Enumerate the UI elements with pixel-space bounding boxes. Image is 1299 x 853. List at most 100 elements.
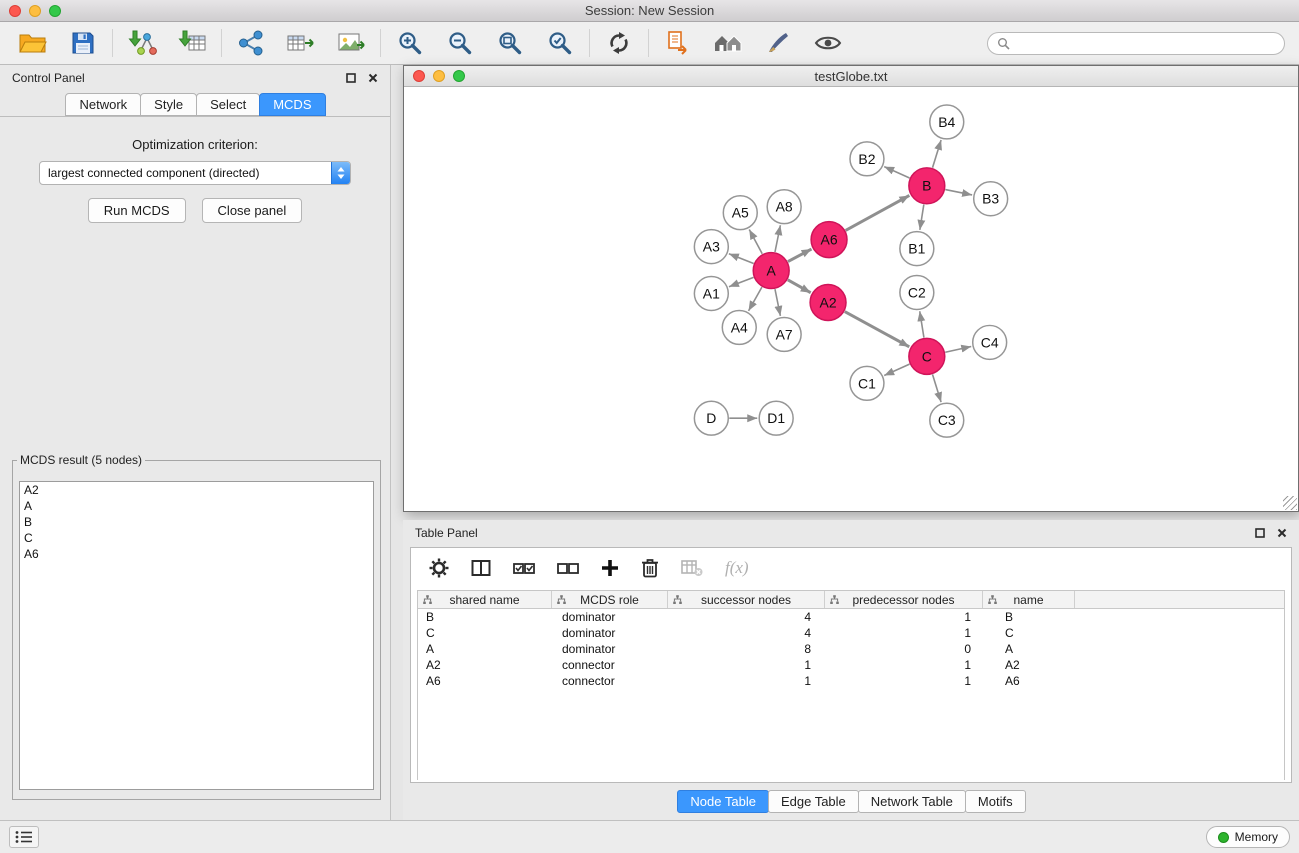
node-B4[interactable]: B4 — [930, 105, 964, 139]
show-hide-button[interactable] — [809, 26, 847, 60]
export-image-button[interactable] — [332, 26, 370, 60]
import-table-button[interactable] — [173, 26, 211, 60]
edge-B-B2[interactable] — [884, 167, 909, 178]
table-tab-network-table[interactable]: Network Table — [858, 790, 966, 813]
home-button[interactable] — [709, 26, 747, 60]
delete-column-button[interactable] — [641, 558, 659, 578]
select-all-button[interactable] — [513, 560, 535, 576]
run-mcds-button[interactable]: Run MCDS — [88, 198, 186, 223]
result-item[interactable]: B — [20, 514, 373, 530]
node-B1[interactable]: B1 — [900, 232, 934, 266]
edge-A2-C[interactable] — [845, 312, 910, 347]
close-window-button[interactable] — [9, 5, 21, 17]
edge-B-B3[interactable] — [945, 190, 972, 195]
export-table-button[interactable] — [282, 26, 320, 60]
network-minimize-button[interactable] — [433, 70, 445, 82]
window-resize-grip[interactable] — [1283, 496, 1297, 510]
table-settings-button[interactable] — [429, 558, 449, 578]
edge-A-A7[interactable] — [775, 289, 780, 316]
edge-C-C4[interactable] — [945, 346, 971, 352]
zoom-fit-button[interactable] — [491, 26, 529, 60]
network-window-titlebar[interactable]: testGlobe.txt — [404, 66, 1298, 87]
edge-B-B4[interactable] — [933, 140, 942, 168]
mcds-result-list[interactable]: A2ABCA6 — [19, 481, 374, 790]
duplicate-network-button[interactable] — [659, 26, 697, 60]
node-A1[interactable]: A1 — [694, 277, 728, 311]
node-C2[interactable]: C2 — [900, 276, 934, 310]
node-C[interactable]: C — [909, 338, 945, 374]
criterion-select[interactable]: largest connected component (directed) — [39, 161, 351, 185]
edge-C-C2[interactable] — [920, 311, 924, 337]
node-A3[interactable]: A3 — [694, 230, 728, 264]
search-input[interactable] — [1015, 35, 1275, 51]
delete-table-button[interactable] — [681, 559, 703, 577]
table-tab-edge-table[interactable]: Edge Table — [768, 790, 859, 813]
column-header-name[interactable]: name — [983, 591, 1075, 608]
save-session-button[interactable] — [64, 26, 102, 60]
result-item[interactable]: A6 — [20, 546, 373, 562]
node-A2[interactable]: A2 — [810, 285, 846, 321]
node-A7[interactable]: A7 — [767, 317, 801, 351]
new-network-button[interactable] — [232, 26, 270, 60]
edge-A-A1[interactable] — [729, 277, 754, 286]
edge-A-A6[interactable] — [788, 249, 812, 262]
close-mcds-panel-button[interactable]: Close panel — [202, 198, 303, 223]
column-header-MCDS-role[interactable]: MCDS role — [552, 591, 668, 608]
node-B3[interactable]: B3 — [974, 182, 1008, 216]
node-A4[interactable]: A4 — [722, 310, 756, 344]
close-table-panel-button[interactable] — [1277, 528, 1287, 538]
node-A5[interactable]: A5 — [723, 196, 757, 230]
column-header-shared-name[interactable]: shared name — [418, 591, 552, 608]
criterion-select-stepper[interactable] — [331, 162, 350, 184]
function-builder-button[interactable]: f(x) — [725, 558, 749, 578]
node-D1[interactable]: D1 — [759, 401, 793, 435]
table-row[interactable]: Bdominator41B — [418, 609, 1284, 625]
network-canvas[interactable]: B4B2BB3A5A8A6B1A3AA1C2A4A7A2C4CC1C3DD1 — [404, 88, 1298, 511]
edge-B-B1[interactable] — [920, 205, 924, 230]
table-row[interactable]: Adominator80A — [418, 641, 1284, 657]
minimize-window-button[interactable] — [29, 5, 41, 17]
zoom-in-button[interactable] — [391, 26, 429, 60]
show-columns-button[interactable] — [471, 559, 491, 577]
node-C3[interactable]: C3 — [930, 403, 964, 437]
node-B[interactable]: B — [909, 168, 945, 204]
result-item[interactable]: C — [20, 530, 373, 546]
node-A8[interactable]: A8 — [767, 190, 801, 224]
deselect-all-button[interactable] — [557, 560, 579, 576]
style-brush-button[interactable] — [759, 26, 797, 60]
table-tab-node-table[interactable]: Node Table — [677, 790, 769, 813]
import-network-button[interactable] — [123, 26, 161, 60]
edge-A-A3[interactable] — [729, 254, 754, 264]
tab-mcds[interactable]: MCDS — [259, 93, 325, 116]
column-header-predecessor-nodes[interactable]: predecessor nodes — [825, 591, 983, 608]
table-row[interactable]: A6connector11A6 — [418, 673, 1284, 689]
zoom-window-button[interactable] — [49, 5, 61, 17]
task-history-button[interactable] — [9, 826, 39, 848]
zoom-selected-button[interactable] — [541, 26, 579, 60]
table-tab-motifs[interactable]: Motifs — [965, 790, 1026, 813]
add-column-button[interactable] — [601, 559, 619, 577]
table-row[interactable]: A2connector11A2 — [418, 657, 1284, 673]
column-header-successor-nodes[interactable]: successor nodes — [668, 591, 825, 608]
network-zoom-button[interactable] — [453, 70, 465, 82]
memory-button[interactable]: Memory — [1206, 826, 1290, 848]
open-session-button[interactable] — [14, 26, 52, 60]
edge-A6-B[interactable] — [846, 195, 910, 230]
node-B2[interactable]: B2 — [850, 142, 884, 176]
table-row[interactable]: Cdominator41C — [418, 625, 1284, 641]
edge-A-A4[interactable] — [749, 287, 762, 311]
float-panel-button[interactable] — [346, 73, 356, 83]
node-D[interactable]: D — [694, 401, 728, 435]
edge-C-C1[interactable] — [884, 364, 909, 375]
node-A6[interactable]: A6 — [811, 222, 847, 258]
tab-network[interactable]: Network — [65, 93, 141, 116]
edge-A-A2[interactable] — [788, 280, 811, 293]
tab-select[interactable]: Select — [196, 93, 260, 116]
refresh-button[interactable] — [600, 26, 638, 60]
edge-A-A8[interactable] — [775, 225, 780, 252]
float-table-panel-button[interactable] — [1255, 528, 1265, 538]
close-panel-button[interactable] — [368, 73, 378, 83]
result-item[interactable]: A2 — [20, 482, 373, 498]
zoom-out-button[interactable] — [441, 26, 479, 60]
node-C4[interactable]: C4 — [973, 325, 1007, 359]
